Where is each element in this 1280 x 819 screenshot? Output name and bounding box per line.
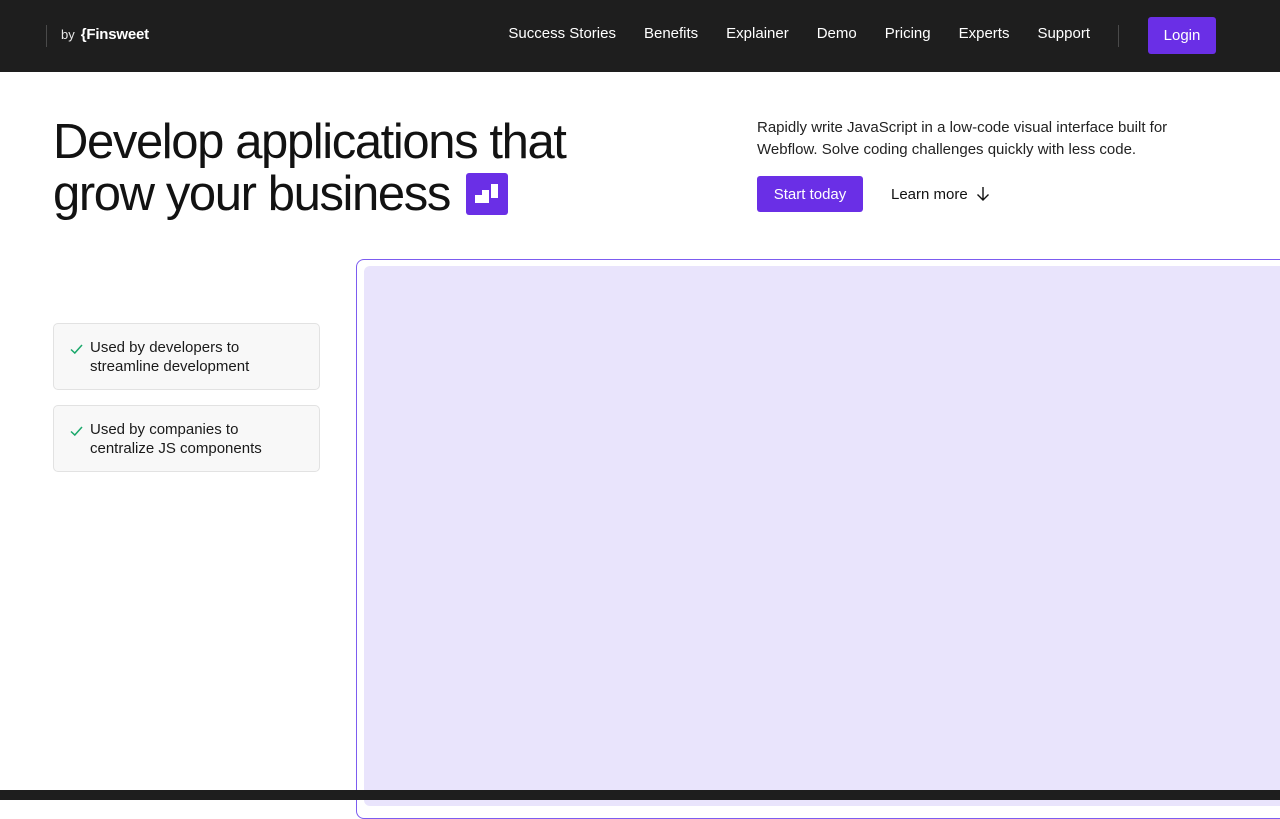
learn-more-label: Learn more: [891, 185, 968, 203]
brand-logo[interactable]: by {Finsweet: [61, 26, 149, 46]
login-button[interactable]: Login: [1148, 17, 1216, 54]
nav-divider: [1118, 25, 1119, 47]
nav-link-demo[interactable]: Demo: [817, 25, 857, 45]
arrow-down-icon: [976, 187, 989, 201]
demo-preview-area: [364, 266, 1280, 806]
nav-link-success-stories[interactable]: Success Stories: [508, 25, 616, 45]
hero-subtext: Rapidly write JavaScript in a low-code v…: [757, 119, 1168, 158]
headline-line-2: grow your business: [53, 167, 451, 221]
stairs-icon: [466, 173, 509, 216]
brand-name: {Finsweet: [80, 26, 149, 43]
bottom-dark-section-edge: [0, 790, 1280, 800]
nav-link-benefits[interactable]: Benefits: [644, 25, 698, 45]
check-icon: [70, 344, 83, 355]
feature-card: Used by companies to centralize JS compo…: [53, 405, 320, 472]
check-icon: [70, 426, 83, 437]
nav-link-explainer[interactable]: Explainer: [726, 25, 789, 45]
nav-link-pricing[interactable]: Pricing: [885, 25, 931, 45]
hero-headline: Develop applications that grow your busi…: [53, 116, 673, 220]
nav-link-experts[interactable]: Experts: [959, 25, 1010, 45]
brand-by-label: by: [61, 27, 75, 42]
feature-card: Used by developers to streamline develop…: [53, 323, 320, 390]
learn-more-link[interactable]: Learn more: [891, 184, 990, 204]
nav-link-support[interactable]: Support: [1037, 25, 1090, 45]
nav-divider: [46, 25, 47, 47]
feature-text: Used by companies to centralize JS compo…: [90, 421, 262, 457]
nav-links: Success Stories Benefits Explainer Demo …: [508, 25, 1090, 45]
headline-line-1: Develop applications that: [53, 115, 567, 169]
start-today-button[interactable]: Start today: [757, 176, 863, 212]
feature-text: Used by developers to streamline develop…: [90, 339, 250, 375]
top-navigation-bar: by {Finsweet Success Stories Benefits Ex…: [0, 0, 1280, 72]
